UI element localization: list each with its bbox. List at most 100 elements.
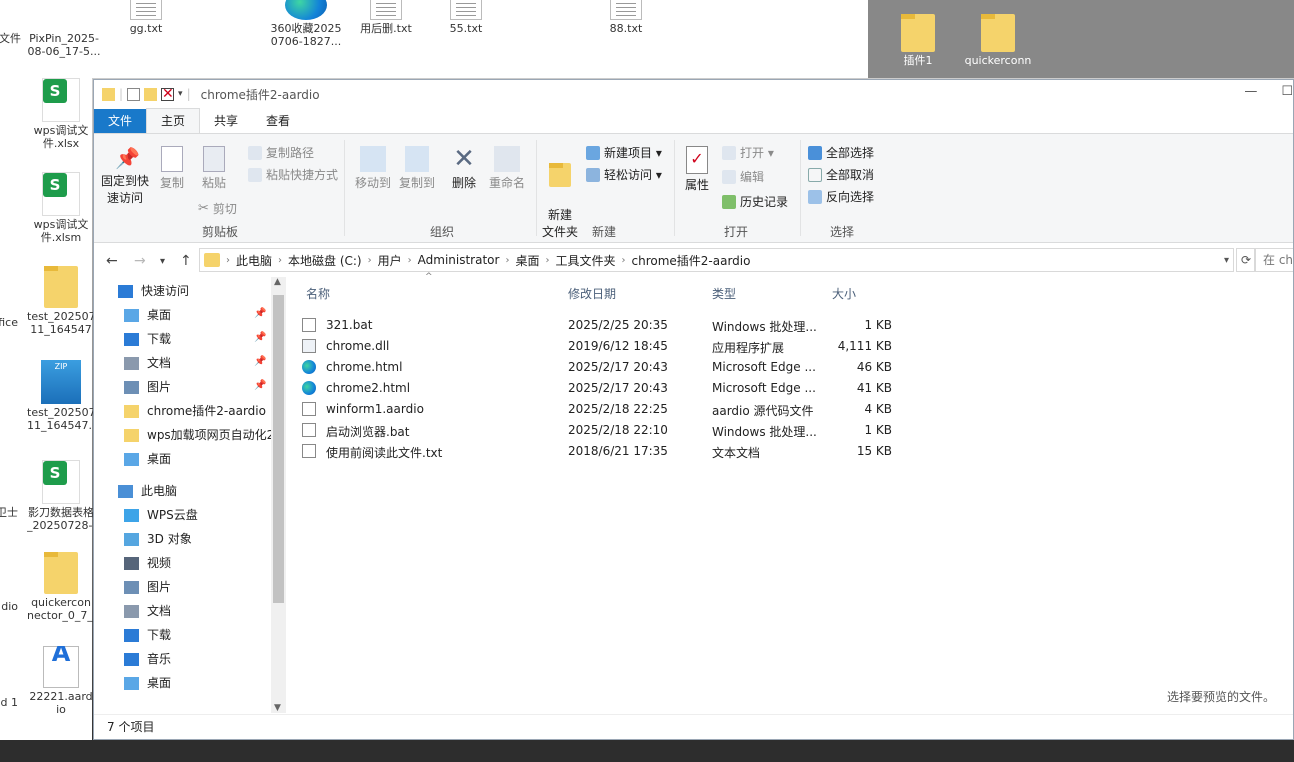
desktop-icon-partial-edge[interactable]: t Ed 1 xyxy=(0,696,18,709)
desktop-icon-partial-office[interactable]: ffice xyxy=(0,316,18,329)
properties-qa-icon[interactable] xyxy=(127,87,141,101)
breadcrumb-separator-icon: › xyxy=(621,254,626,266)
history-button[interactable]: 历史记录 xyxy=(722,193,788,210)
scrollbar-thumb[interactable] xyxy=(273,295,284,603)
breadcrumb-item[interactable]: Administrator xyxy=(418,253,500,267)
file-row[interactable]: 启动浏览器.bat 2025/2/18 22:10 Windows 批处理... 1 … xyxy=(302,420,902,441)
desktop-icon-22221-aardio[interactable]: A 22221.aard io xyxy=(27,646,95,716)
nav-item[interactable]: 下载 xyxy=(124,327,171,351)
nav-item[interactable]: 图片 xyxy=(124,575,171,599)
cut-button[interactable]: ✂ 剪切 xyxy=(198,200,237,217)
file-row[interactable]: 321.bat 2025/2/25 20:35 Windows 批处理... 1 KB xyxy=(302,315,902,336)
desktop-icon-wps-xlsx[interactable]: Swps调试文件.xlsx xyxy=(27,78,95,150)
pin-to-quick-access-button[interactable]: 📌 固定到快速访问 xyxy=(100,146,150,207)
up-arrow-icon[interactable]: ↑ xyxy=(180,253,192,269)
open-button[interactable]: 打开 ▾ xyxy=(722,144,774,161)
nav-item[interactable]: 此电脑 xyxy=(118,479,177,503)
move-to-button[interactable]: 移动到 xyxy=(352,146,394,192)
column-header-name[interactable]: 名称 xyxy=(306,285,330,302)
file-row[interactable]: 使用前阅读此文件.txt 2018/6/21 17:35 文本文档 15 KB xyxy=(302,441,902,462)
scroll-up-icon[interactable]: ▲ xyxy=(274,277,281,287)
copy-path-button[interactable]: 复制路径 xyxy=(248,144,314,161)
nav-item[interactable]: 图片 xyxy=(124,375,171,399)
customize-qa-chevron-icon[interactable]: ▾ xyxy=(178,89,183,99)
file-row[interactable]: winform1.aardio 2025/2/18 22:25 aardio 源代码… xyxy=(302,399,902,420)
desktop-icon-partial-guard[interactable]: 卫士 xyxy=(0,506,18,519)
desktop-icon-quickerconnector[interactable]: quickercon nector_0_7_4 xyxy=(27,552,95,622)
select-all-button[interactable]: 全部选择 xyxy=(808,144,874,161)
copy-to-button[interactable]: 复制到 xyxy=(396,146,438,192)
recent-locations-chevron-icon[interactable]: ▾ xyxy=(160,256,165,267)
file-row[interactable]: chrome.html 2025/2/17 20:43 Microsoft Edge… xyxy=(302,357,902,378)
breadcrumb-item[interactable]: 桌面 xyxy=(515,252,539,269)
file-row[interactable]: chrome2.html 2025/2/17 20:43 Microsoft Edg… xyxy=(302,378,902,399)
pin-label: 固定到快速访问 xyxy=(100,174,149,205)
easy-access-button[interactable]: 轻松访问 ▾ xyxy=(586,166,662,183)
nav-item[interactable]: 下载 xyxy=(124,623,171,647)
tab-share[interactable]: 共享 xyxy=(200,109,252,133)
desktop-icon-gg-txt[interactable]: gg.txt xyxy=(106,0,186,35)
maximize-icon[interactable]: ☐ xyxy=(1281,84,1293,99)
delete-button[interactable]: ✕ 删除 xyxy=(448,146,480,192)
nav-item[interactable]: 桌面 xyxy=(124,447,171,471)
breadcrumb-item[interactable]: 工具文件夹 xyxy=(555,252,615,269)
desktop-icon-88-txt[interactable]: 88.txt xyxy=(586,0,666,35)
desktop-icon-wps-xlsm[interactable]: Swps调试文件.xlsm xyxy=(27,172,95,244)
group-label-organize: 组织 xyxy=(430,225,455,239)
desktop-icon-test-folder[interactable]: test_202507 11_164547 xyxy=(27,266,95,336)
column-header-date[interactable]: 修改日期 xyxy=(568,285,616,302)
nav-item[interactable]: 快速访问 xyxy=(118,279,189,303)
breadcrumb-item[interactable]: 此电脑 xyxy=(236,252,272,269)
delete-qa-icon[interactable]: ✕ xyxy=(161,87,175,101)
address-bar[interactable]: › 此电脑 › 本地磁盘 (C:) › 用户 › Administrator ›… xyxy=(199,248,1234,272)
copy-button[interactable]: 复制 xyxy=(156,146,188,192)
tab-file[interactable]: 文件 xyxy=(94,109,147,133)
column-header-type[interactable]: 类型 xyxy=(712,285,736,302)
nav-item[interactable]: 3D 对象 xyxy=(124,527,192,551)
new-folder-button[interactable]: 新建 文件夹 xyxy=(540,146,580,241)
minimize-icon[interactable]: — xyxy=(1244,84,1257,99)
breadcrumb-item[interactable]: 本地磁盘 (C:) xyxy=(288,252,362,269)
tab-home[interactable]: 主页 xyxy=(146,108,201,133)
file-row[interactable]: chrome.dll 2019/6/12 18:45 应用程序扩展 4,111 KB xyxy=(302,336,902,357)
paste-button[interactable]: 粘贴 xyxy=(198,146,230,192)
nav-item[interactable]: 桌面 xyxy=(124,303,171,327)
edit-button[interactable]: 编辑 xyxy=(722,168,764,185)
invert-selection-button[interactable]: 反向选择 xyxy=(808,188,874,205)
new-folder-qa-icon[interactable] xyxy=(144,87,158,101)
desktop-icon-test-zip[interactable]: ZIP test_202507 11_164547... xyxy=(27,360,95,432)
nav-item[interactable]: 视频 xyxy=(124,551,171,575)
scroll-down-icon[interactable]: ▼ xyxy=(274,703,281,713)
breadcrumb-item[interactable]: chrome插件2-aardio xyxy=(631,252,750,269)
forward-arrow-icon[interactable]: → xyxy=(134,253,146,269)
tab-view[interactable]: 查看 xyxy=(252,109,304,133)
nav-item[interactable]: chrome插件2-aardio xyxy=(124,399,266,423)
select-none-button[interactable]: 全部取消 xyxy=(808,166,874,183)
desktop-icon-pixpin[interactable]: PixPin_2025-08-06_17-5... xyxy=(24,0,104,58)
refresh-icon[interactable]: ⟳ xyxy=(1236,248,1256,272)
column-header-size[interactable]: 大小 xyxy=(832,285,856,302)
address-history-chevron-icon[interactable]: ▾ xyxy=(1224,255,1229,266)
new-item-button[interactable]: 新建项目 ▾ xyxy=(586,144,662,161)
desktop-icon-yonghoushan-txt[interactable]: 用后删.txt xyxy=(346,0,426,35)
search-input[interactable]: 在 chr xyxy=(1254,248,1293,272)
back-arrow-icon[interactable]: ← xyxy=(106,253,118,269)
image-file-icon xyxy=(24,0,104,30)
nav-item[interactable]: 桌面 xyxy=(124,671,171,695)
desktop-icon-yingdao-sheet[interactable]: S影刀数据表格 _20250728-... xyxy=(27,460,95,532)
properties-button[interactable]: ✓ 属性 xyxy=(680,146,714,194)
nav-item[interactable]: 文档 xyxy=(124,599,171,623)
nav-item[interactable]: 文档 xyxy=(124,351,171,375)
desktop-icon-quickerconn[interactable]: quickerconn xyxy=(958,14,1038,67)
rename-button[interactable]: 重命名 xyxy=(488,146,526,192)
paste-shortcut-button[interactable]: 粘贴快捷方式 xyxy=(248,166,338,183)
desktop-icon-plugin1[interactable]: 插件1 xyxy=(878,14,958,67)
nav-item[interactable]: 音乐 xyxy=(124,647,171,671)
nav-item[interactable]: wps加载项网页自动化2 xyxy=(124,423,274,447)
desktop-icon-360-favorites[interactable]: 360收藏2025 0706-1827... xyxy=(266,0,346,48)
nav-pane-scrollbar[interactable]: ▲ ▼ xyxy=(271,277,286,713)
breadcrumb-item[interactable]: 用户 xyxy=(378,252,402,269)
nav-item[interactable]: WPS云盘 xyxy=(124,503,198,527)
desktop-icon-55-txt[interactable]: 55.txt xyxy=(426,0,506,35)
desktop-icon-partial-aardio[interactable]: dio xyxy=(0,600,18,613)
